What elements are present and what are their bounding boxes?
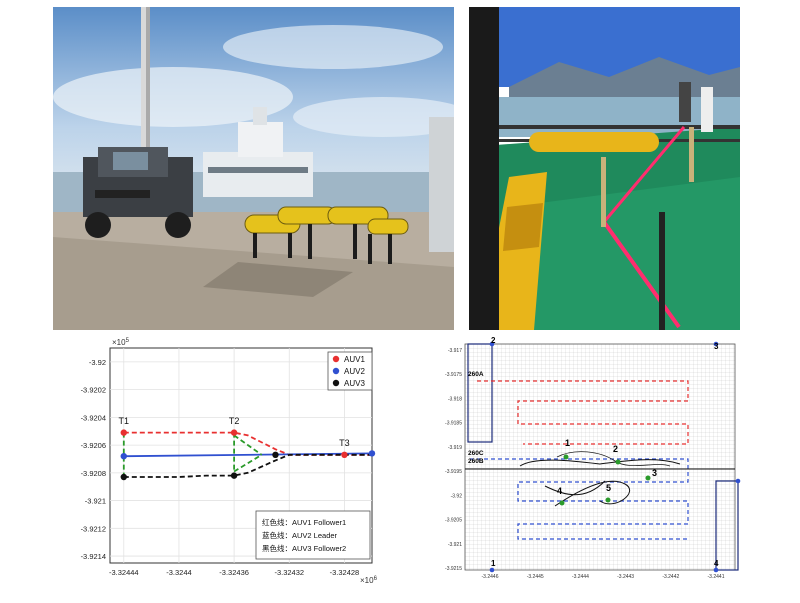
photo-deck-auv — [469, 7, 740, 330]
point-label-5: 5 — [606, 483, 611, 493]
legend-marker-auv1 — [332, 355, 340, 363]
photo-dock-auvs — [53, 7, 454, 330]
y-tick-label: -3.917 — [448, 348, 462, 354]
legend-note-black: 黑色线：AUV3 Follower2 — [262, 543, 346, 553]
x-tick-label: -3.2442 — [662, 574, 679, 580]
data-marker — [368, 450, 376, 457]
x-tick-label: -3.2444 — [572, 574, 589, 580]
y-tick-label: -3.92 — [89, 358, 106, 367]
annotation-label: T1 — [119, 416, 130, 426]
x-tick-label: -3.32428 — [330, 568, 360, 577]
data-marker — [120, 429, 127, 436]
point-label-4: 4 — [557, 486, 562, 496]
y-tick-label: -3.921 — [448, 542, 462, 548]
x-tick-label: -3.2443 — [617, 574, 634, 580]
data-marker — [230, 429, 238, 436]
point-label-1: 1 — [565, 438, 570, 448]
corner-label-2: 2 — [491, 336, 496, 345]
node-marker — [605, 497, 611, 503]
corner-label-1: 1 — [491, 559, 496, 568]
y-tick-label: -3.9204 — [81, 413, 106, 422]
region-label-260c: 260C — [468, 450, 484, 457]
y-tick-label: -3.9185 — [445, 421, 462, 427]
y-tick-label: -3.92 — [451, 493, 463, 499]
y-tick-label: -3.9205 — [445, 518, 462, 524]
node-marker — [615, 459, 621, 465]
x-tick-label: -3.2445 — [527, 574, 544, 580]
legend-marker-auv3 — [332, 379, 340, 387]
data-marker — [272, 451, 279, 459]
region-label-260b: 260B — [468, 458, 484, 465]
y-tick-label: -3.9202 — [81, 386, 106, 395]
y-tick-label: -3.9208 — [81, 469, 106, 478]
point-label-3: 3 — [652, 468, 657, 478]
coverage-grid — [464, 343, 736, 571]
x-tick-label: -3.2446 — [482, 574, 499, 580]
y-tick-label: -3.9206 — [81, 441, 106, 450]
region-label-260a: 260A — [468, 371, 484, 378]
x-tick-label: -3.32436 — [219, 568, 249, 577]
y-tick-label: -3.9214 — [81, 552, 106, 561]
data-marker — [230, 472, 238, 479]
x-tick-label: -3.32432 — [274, 568, 304, 577]
annotation-label: T3 — [339, 438, 350, 448]
formation-plot: T1 T2 T3 -3.32444 -3.3244 -3.32436 -3.32432 -3… — [81, 338, 378, 585]
x-multiplier: ×106 — [360, 576, 378, 585]
legend-note-red: 红色线：AUV1 Follower1 — [262, 517, 346, 527]
legend-label-auv1: AUV1 — [344, 355, 365, 364]
legend-notes: 红色线：AUV1 Follower1 蓝色线：AUV2 Leader 黑色线：A… — [255, 510, 371, 560]
corner-label-4: 4 — [714, 559, 719, 568]
y-tick-label: -3.9195 — [445, 469, 462, 475]
corner-dot — [735, 478, 741, 484]
x-tick-label: -3.32444 — [109, 568, 139, 577]
corner-dot — [489, 567, 495, 573]
node-marker — [559, 500, 565, 506]
y-tick-label: -3.9212 — [81, 524, 106, 533]
coverage-plot-panel: 2 3 1 4 260A 260C 260B 1 2 3 4 5 -3.917 -… — [425, 336, 755, 598]
node-marker — [563, 454, 569, 460]
y-tick-label: -3.918 — [448, 396, 462, 402]
data-marker — [120, 452, 127, 460]
data-marker — [341, 451, 348, 459]
formation-plot-panel: T1 T2 T3 -3.32444 -3.3244 -3.32436 -3.32432 -3… — [60, 336, 400, 598]
x-tick-label: -3.2441 — [708, 574, 725, 580]
legend: AUV1 AUV2 AUV3 — [327, 351, 373, 391]
x-tick-label: -3.3244 — [166, 568, 191, 577]
corner-dot — [713, 567, 719, 573]
y-tick-label: -3.9175 — [445, 372, 462, 378]
y-tick-label: -3.919 — [448, 445, 462, 451]
corner-label-3: 3 — [714, 342, 719, 351]
data-marker — [120, 473, 127, 481]
y-tick-label: -3.9215 — [445, 566, 462, 572]
legend-label-auv3: AUV3 — [344, 379, 365, 388]
coverage-plot: 2 3 1 4 260A 260C 260B 1 2 3 4 5 -3.917 -… — [445, 336, 741, 580]
annotation-label: T2 — [229, 416, 240, 426]
point-label-2: 2 — [613, 444, 618, 454]
legend-label-auv2: AUV2 — [344, 367, 365, 376]
legend-note-blue: 蓝色线：AUV2 Leader — [262, 530, 338, 540]
y-tick-label: -3.921 — [85, 497, 106, 506]
legend-marker-auv2 — [332, 367, 340, 375]
y-multiplier: ×105 — [112, 338, 130, 347]
node-marker — [645, 475, 651, 481]
